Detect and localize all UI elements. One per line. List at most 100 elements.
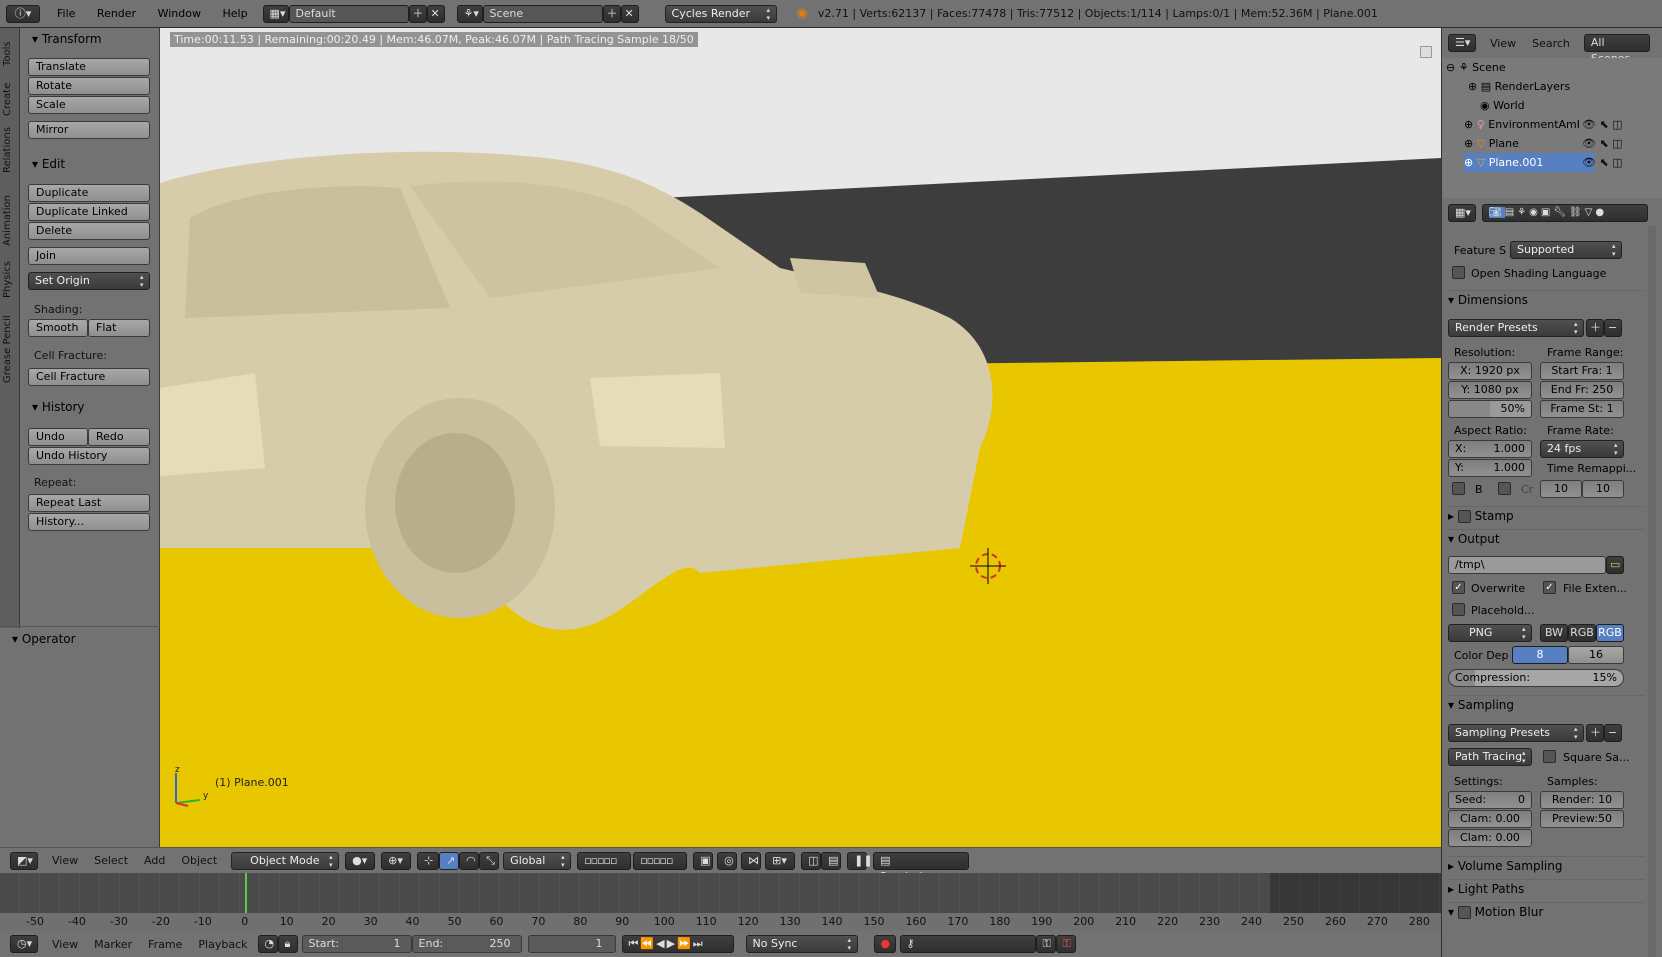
opengl-anim-icon[interactable]: ▤ [821,851,842,870]
undo-button[interactable]: Undo [28,428,88,446]
layout-remove-icon[interactable]: ✕ [426,4,445,23]
editor-type-info-icon[interactable]: ⓘ▾ [6,4,40,23]
viewport-corner-widget[interactable] [1420,46,1432,58]
compression-slider[interactable]: Compression: 15% [1448,669,1624,687]
editor-type-properties-icon[interactable]: ▦▾ [1448,204,1476,222]
scale-button[interactable]: Scale [28,96,150,114]
layers-icon[interactable]: ▫▫▫▫▫ [577,851,632,870]
proportional-icon[interactable]: ◎ [717,851,738,870]
outliner[interactable]: ⊖ ⚘ Scene ⊕ ▤ RenderLayers ◉ World ⊕ ♀ E… [1442,58,1662,198]
tab-tools[interactable]: Tools [2,41,13,66]
sampling-preset-add-icon[interactable]: ＋ [1586,724,1604,742]
outliner-display-select[interactable]: All Scenes [1583,34,1650,65]
scale-manip-icon[interactable]: ⤡ [479,851,500,870]
tab-physics[interactable]: Physics [2,261,13,298]
join-button[interactable]: Join [28,247,150,265]
panel-history[interactable]: ▾ History [32,396,85,418]
menu-add[interactable]: Add [144,854,165,867]
scene-remove-icon[interactable]: ✕ [620,4,639,23]
menu-view[interactable]: View [52,854,78,867]
folder-icon[interactable]: ▭ [1606,556,1624,574]
opengl-render-icon[interactable]: ◫ [801,851,822,870]
tab-grease-pencil[interactable]: Grease Pencil [2,315,13,383]
menu-select[interactable]: Select [94,854,128,867]
stamp-section[interactable]: ▸ Stamp [1448,506,1644,523]
seed-field[interactable]: Seed: 0 [1448,791,1532,809]
delete-button[interactable]: Delete [28,222,150,240]
translate-manip-icon[interactable]: ↗ [439,851,460,870]
pause-icon[interactable]: ❚❚ [847,851,873,870]
3d-viewport[interactable]: Time:00:11.53 | Remaining:00:20.49 | Mem… [160,28,1441,847]
scene-select[interactable]: Scene [482,4,603,23]
sampling-section[interactable]: ▾ Sampling [1448,695,1644,712]
depth-8-button[interactable]: 8 [1512,646,1568,664]
tab-relations[interactable]: Relations [2,127,13,173]
outliner-item-plane001[interactable]: ⊕ ▽ Plane.001 [1464,153,1594,172]
preset-remove-icon[interactable]: − [1604,319,1622,337]
outliner-item-scene[interactable]: ⊖ ⚘ Scene [1446,58,1506,77]
menu-object[interactable]: Object [181,854,217,867]
outliner-item-renderlayers[interactable]: ⊕ ▤ RenderLayers [1468,77,1570,96]
cell-fracture-button[interactable]: Cell Fracture [28,368,150,386]
remap-new-field[interactable]: 10 [1582,480,1624,498]
rgb-button[interactable]: RGB [1568,624,1596,642]
properties-tabs[interactable]: 📷︎▤⚘◉▣🔧︎⛓︎▽● [1482,204,1648,222]
outliner-menu-view[interactable]: View [1490,37,1516,50]
tl-menu-view[interactable]: View [52,938,78,951]
res-x-field[interactable]: X: 1920 px [1448,362,1532,380]
outliner-menu-search[interactable]: Search [1532,37,1570,50]
preview-samples-field[interactable]: Preview:50 [1540,810,1624,828]
res-y-field[interactable]: Y: 1080 px [1448,381,1532,399]
editor-type-3d-icon[interactable]: ◩▾ [10,851,38,870]
tl-menu-frame[interactable]: Frame [148,938,182,951]
panel-transform[interactable]: ▾ Transform [32,28,102,50]
tab-create[interactable]: Create [2,83,13,116]
render-presets-select[interactable]: Render Presets [1448,319,1584,337]
square-samples-checkbox[interactable] [1543,750,1556,763]
panel-edit[interactable]: ▾ Edit [32,153,65,175]
tl-menu-marker[interactable]: Marker [94,938,132,951]
lock-layers-icon[interactable]: ▣ [693,851,714,870]
set-origin-select[interactable]: Set Origin [28,272,150,290]
clamp-indirect-field[interactable]: Clam: 0.00 [1448,829,1532,847]
end-frame-field[interactable]: End: 250 [411,935,522,953]
editor-type-timeline-icon[interactable]: ◷▾ [10,935,38,953]
light-paths-section[interactable]: ▸ Light Paths [1448,879,1644,896]
end-frame-prop-field[interactable]: End Fr: 250 [1540,381,1624,399]
keying-set-field[interactable]: ⚷ [899,935,1036,953]
history-button[interactable]: History... [28,513,150,531]
redo-button[interactable]: Redo [88,428,150,446]
timeline-playhead[interactable] [245,873,247,913]
res-percent-field[interactable]: 50% [1448,400,1532,418]
playback-controls[interactable]: ⏮⏪◀▶⏩⏭ [621,935,734,953]
dimensions-section[interactable]: ▾ Dimensions [1448,290,1644,307]
remap-old-field[interactable]: 10 [1540,480,1582,498]
scene-icon[interactable]: ⚘▾ [456,4,483,23]
outliner-item-environment[interactable]: ⊕ ♀ EnvironmentAmb [1464,115,1579,134]
record-icon[interactable]: ● [873,935,896,953]
tab-animation[interactable]: Animation [2,195,13,246]
menu-window[interactable]: Window [158,7,201,20]
volume-sampling-section[interactable]: ▸ Volume Sampling [1448,856,1644,873]
properties-scrollbar[interactable] [1648,226,1656,957]
timeline[interactable]: -50 -40 -30 -20 -10 0 10 20 30 40 50 60 70 80 90 100 110… [0,873,1441,931]
menu-file[interactable]: File [57,7,75,20]
preset-add-icon[interactable]: ＋ [1586,319,1604,337]
aspect-x-field[interactable]: X: 1.000 [1448,440,1532,458]
rotate-button[interactable]: Rotate [28,77,150,95]
render-samples-field[interactable]: Render: 10 [1540,791,1624,809]
crop-checkbox[interactable] [1498,482,1511,495]
insert-keyframe-icon[interactable]: ⚿ [1035,935,1056,953]
smooth-button[interactable]: Smooth [28,319,88,337]
visibility-icons[interactable]: 👁︎ ⬉ ◫ 👁︎ ⬉ ◫ 👁︎ ⬉ ◫ [1582,115,1623,172]
osl-checkbox[interactable] [1452,266,1465,279]
sampling-preset-remove-icon[interactable]: − [1604,724,1622,742]
editor-type-outliner-icon[interactable]: ☰▾ [1448,34,1476,52]
outliner-item-world[interactable]: ◉ World [1480,96,1525,115]
layout-add-icon[interactable]: ＋ [408,4,427,23]
delete-keyframe-icon[interactable]: ⚿ [1055,935,1076,953]
render-engine-select[interactable]: Cycles Render [664,4,777,23]
rgba-button[interactable]: RGB [1596,624,1624,642]
file-ext-checkbox[interactable]: ✓ [1543,581,1556,594]
aspect-y-field[interactable]: Y: 1.000 [1448,459,1532,477]
